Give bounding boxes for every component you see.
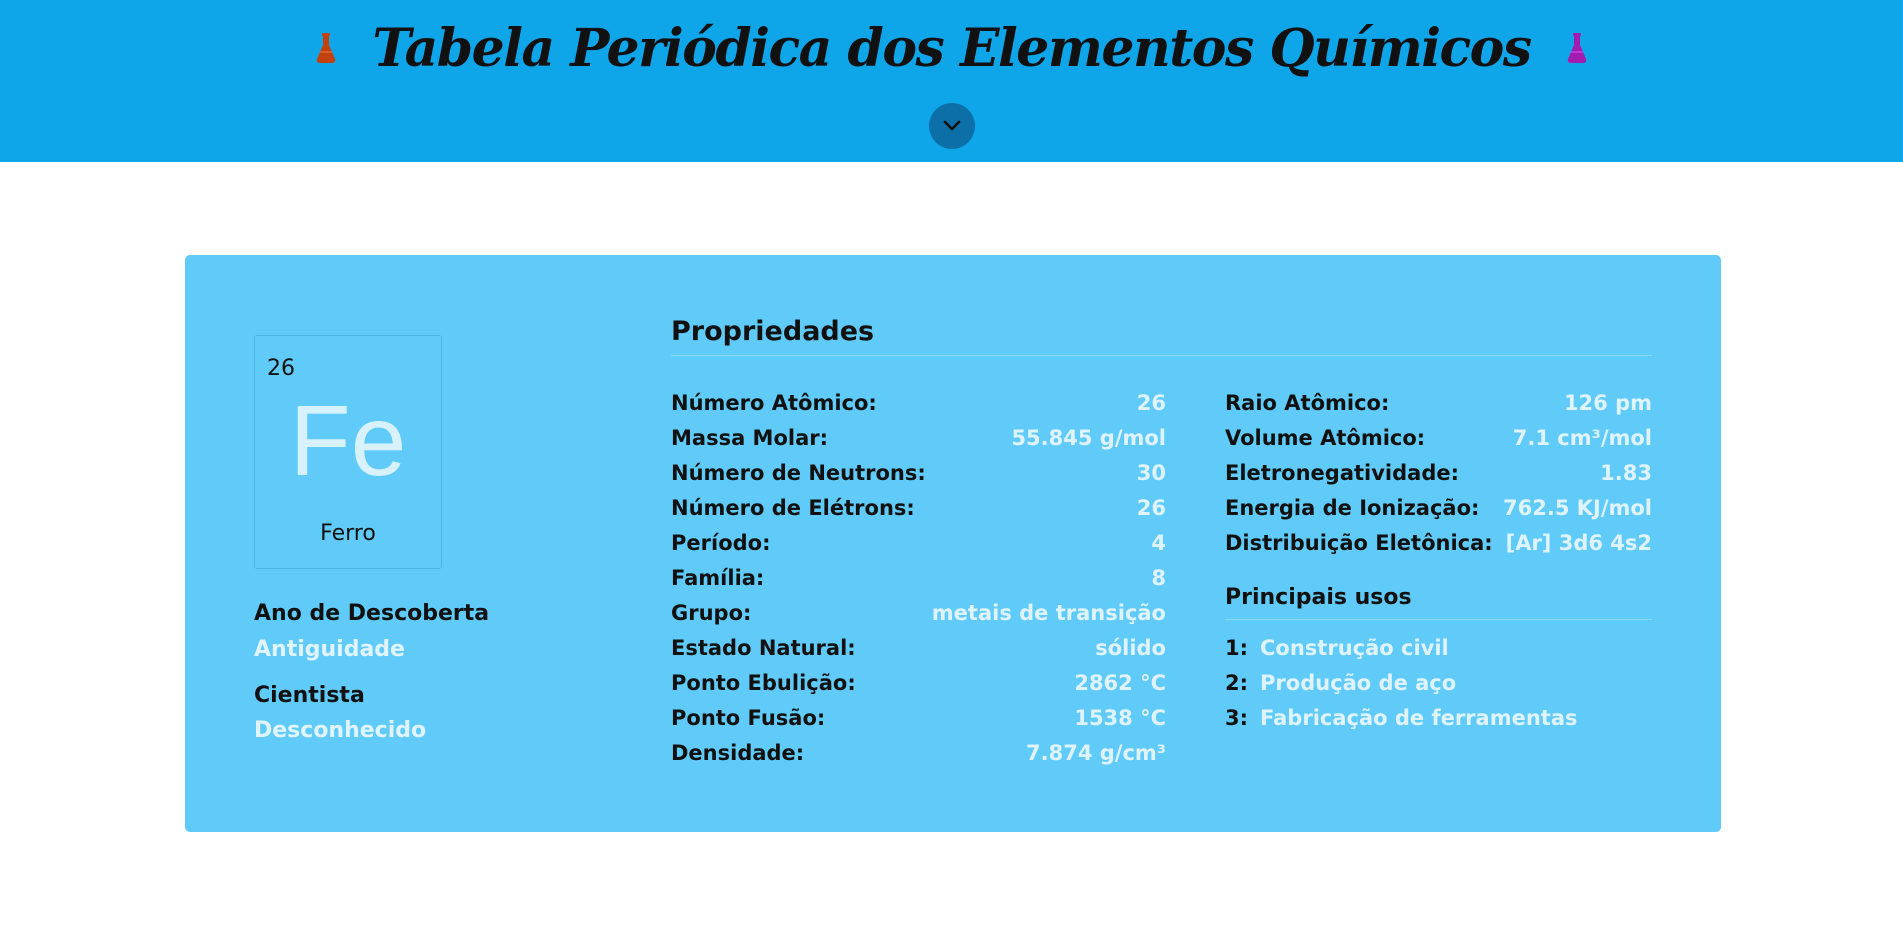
property-label: Densidade: (671, 740, 805, 765)
property-row: Raio Atômico: 126 pm (1225, 385, 1652, 420)
property-row: Grupo: metais de transição (671, 595, 1166, 630)
property-row: Distribuição Eletônica: [Ar] 3d6 4s2 (1225, 525, 1652, 560)
property-label: Família: (671, 565, 765, 590)
discovery-year-value: Antiguidade (254, 637, 405, 662)
property-value: metais de transição (931, 600, 1166, 625)
title-row: Tabela Periódica dos Elementos Químicos (0, 8, 1903, 88)
property-row: Estado Natural: sólido (671, 630, 1166, 665)
property-value: 30 (1136, 460, 1166, 485)
use-text: Produção de aço (1260, 670, 1457, 695)
property-value: 2862 °C (1074, 670, 1166, 695)
flask-icon-right (1567, 33, 1586, 63)
atomic-number: 26 (267, 356, 295, 381)
property-value: 7.874 g/cm³ (1026, 740, 1166, 765)
flask-icon-left (317, 33, 336, 63)
property-value: sólido (1095, 635, 1166, 660)
scientist-value: Desconhecido (254, 718, 427, 743)
property-row: Número de Elétrons: 26 (671, 490, 1166, 525)
collapse-toggle-button[interactable] (929, 103, 975, 149)
property-label: Massa Molar: (671, 425, 828, 450)
property-label: Volume Atômico: (1225, 425, 1426, 450)
element-tile: 26 Fe Ferro (254, 335, 442, 569)
property-row: Energia de Ionização: 762.5 KJ/mol (1225, 490, 1652, 525)
property-value: 26 (1136, 495, 1166, 520)
uses-title: Principais usos (1225, 585, 1412, 610)
element-symbol: Fe (289, 385, 407, 497)
uses-divider (1225, 619, 1652, 620)
property-value: 762.5 KJ/mol (1503, 495, 1652, 520)
use-number: 2: (1225, 670, 1249, 695)
use-item: 1: Construção civil (1225, 630, 1449, 665)
property-row: Número de Neutrons: 30 (671, 455, 1166, 490)
property-value: 4 (1151, 530, 1166, 555)
property-row: Período: 4 (671, 525, 1166, 560)
property-value: 126 pm (1563, 390, 1652, 415)
property-label: Ponto Ebulição: (671, 670, 856, 695)
property-value: 1.83 (1600, 460, 1652, 485)
properties-title: Propriedades (671, 316, 875, 347)
element-detail-card: 26 Fe Ferro Ano de Descoberta Antiguidad… (185, 255, 1721, 832)
property-label: Número de Elétrons: (671, 495, 915, 520)
page-header: Tabela Periódica dos Elementos Químicos (0, 0, 1903, 162)
use-item: 2: Produção de aço (1225, 665, 1456, 700)
property-value: 7.1 cm³/mol (1512, 425, 1652, 450)
property-value: 8 (1151, 565, 1166, 590)
property-label: Distribuição Eletônica: (1225, 530, 1493, 555)
property-label: Raio Atômico: (1225, 390, 1390, 415)
property-row: Densidade: 7.874 g/cm³ (671, 735, 1166, 770)
use-number: 3: (1225, 705, 1249, 730)
property-value: 1538 °C (1074, 705, 1166, 730)
use-text: Fabricação de ferramentas (1260, 705, 1578, 730)
property-value: 26 (1136, 390, 1166, 415)
property-row: Massa Molar: 55.845 g/mol (671, 420, 1166, 455)
use-item: 3: Fabricação de ferramentas (1225, 700, 1578, 735)
scientist-label: Cientista (254, 683, 365, 708)
property-value: [Ar] 3d6 4s2 (1505, 530, 1652, 555)
property-row: Ponto Fusão: 1538 °C (671, 700, 1166, 735)
use-text: Construção civil (1260, 635, 1449, 660)
property-row: Ponto Ebulição: 2862 °C (671, 665, 1166, 700)
property-value: 55.845 g/mol (1011, 425, 1166, 450)
properties-divider (671, 355, 1652, 356)
chevron-down-icon (943, 120, 961, 131)
property-row: Número Atômico: 26 (671, 385, 1166, 420)
property-row: Volume Atômico: 7.1 cm³/mol (1225, 420, 1652, 455)
element-name: Ferro (320, 521, 376, 546)
property-label: Ponto Fusão: (671, 705, 826, 730)
property-label: Estado Natural: (671, 635, 856, 660)
property-row: Eletronegatividade: 1.83 (1225, 455, 1652, 490)
property-label: Grupo: (671, 600, 752, 625)
property-row: Família: 8 (671, 560, 1166, 595)
property-label: Período: (671, 530, 771, 555)
use-number: 1: (1225, 635, 1249, 660)
page-title: Tabela Periódica dos Elementos Químicos (372, 17, 1532, 79)
property-label: Eletronegatividade: (1225, 460, 1460, 485)
discovery-year-label: Ano de Descoberta (254, 601, 490, 626)
property-label: Número Atômico: (671, 390, 877, 415)
property-label: Número de Neutrons: (671, 460, 926, 485)
property-label: Energia de Ionização: (1225, 495, 1480, 520)
